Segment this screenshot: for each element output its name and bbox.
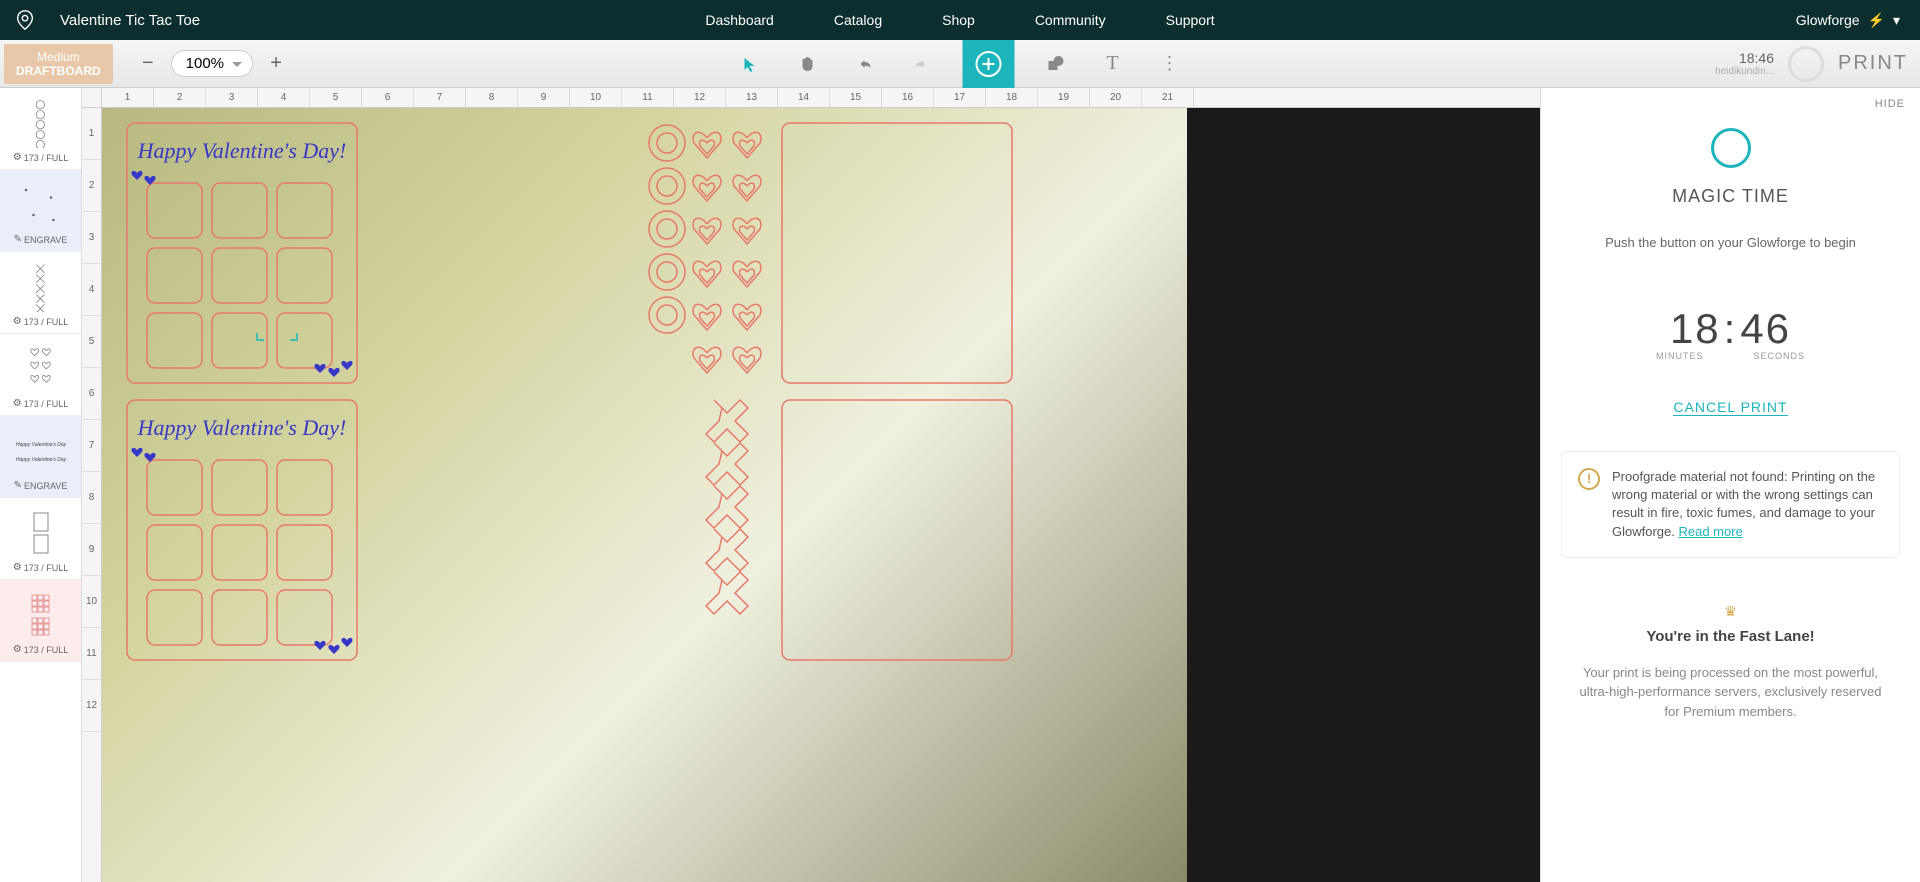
magic-circle-icon (1711, 128, 1751, 168)
material-badge[interactable]: Medium DRAFTBOARD (4, 44, 113, 84)
warning-box: ! Proofgrade material not found: Printin… (1561, 451, 1900, 558)
cut-icon: ⚙ (13, 316, 22, 327)
zoom-select[interactable]: 100% (171, 50, 253, 77)
nav-dashboard[interactable]: Dashboard (705, 12, 774, 28)
seconds-label: SECONDS (1753, 351, 1805, 361)
step-item[interactable]: ⚙173 / FULL (0, 498, 81, 580)
print-bed[interactable]: Happy Valentine's Day! Happy Valentine's… (102, 108, 1540, 882)
step-item[interactable]: ✎ENGRAVE (0, 170, 81, 252)
read-more-link[interactable]: Read more (1678, 524, 1742, 539)
hide-panel-button[interactable]: HIDE (1875, 98, 1905, 110)
nav-catalog[interactable]: Catalog (834, 12, 882, 28)
ruler-horizontal: 123456789101112131415161718192021 (102, 88, 1540, 108)
material-line1: Medium (16, 50, 101, 64)
engrave-icon: ✎ (14, 234, 22, 245)
cut-icon: ⚙ (13, 152, 22, 163)
ruler-corner (82, 88, 102, 108)
print-button[interactable]: PRINT (1838, 52, 1908, 75)
warning-text: Proofgrade material not found: Printing … (1612, 469, 1875, 539)
step-item[interactable]: ⚙173 / FULL (0, 334, 81, 416)
print-panel: HIDE MAGIC TIME Push the button on your … (1540, 88, 1920, 882)
cancel-print-button[interactable]: CANCEL PRINT (1673, 399, 1787, 416)
magic-subtitle: Push the button on your Glowforge to beg… (1605, 235, 1856, 250)
chevron-down-icon: ▾ (1893, 12, 1900, 29)
step-item[interactable]: Happy Valentine's Day Happy Valentine's D… (0, 416, 81, 498)
user-menu[interactable]: Glowforge ⚡ ▾ (1796, 12, 1920, 29)
bolt-icon: ⚡ (1868, 12, 1885, 29)
svg-text:Happy Valentine's Day: Happy Valentine's Day (16, 442, 66, 448)
cut-icon: ⚙ (13, 562, 22, 573)
warning-icon: ! (1578, 468, 1600, 490)
design-text: Happy Valentine's Day! (137, 415, 347, 440)
pan-tool[interactable] (792, 48, 824, 80)
text-tool[interactable]: T (1097, 48, 1129, 80)
design-text: Happy Valentine's Day! (137, 138, 347, 163)
nav-support[interactable]: Support (1166, 12, 1215, 28)
undo-button[interactable] (849, 48, 881, 80)
zoom-out-button[interactable]: − (133, 49, 163, 79)
cut-icon: ⚙ (13, 644, 22, 655)
svg-text:Happy Valentine's Day: Happy Valentine's Day (16, 457, 66, 463)
nav-community[interactable]: Community (1035, 12, 1106, 28)
engrave-icon: ✎ (14, 480, 22, 491)
fast-lane-desc: Your print is being processed on the mos… (1561, 663, 1900, 722)
cut-icon: ⚙ (13, 398, 22, 409)
user-name: Glowforge (1796, 12, 1860, 28)
step-item[interactable]: ⚙173 / FULL (0, 580, 81, 662)
progress-spinner-icon (1788, 46, 1824, 82)
select-tool[interactable] (735, 48, 767, 80)
step-item[interactable]: ⚙173 / FULL (0, 252, 81, 334)
shapes-tool[interactable] (1040, 48, 1072, 80)
steps-panel: ⚙173 / FULL ✎ENGRAVE ⚙173 / FULL ⚙173 / … (0, 88, 82, 882)
fast-lane-title: You're in the Fast Lane! (1646, 628, 1814, 645)
more-tool[interactable]: ⋮ (1154, 48, 1186, 80)
ruler-vertical: 123456789101112 (82, 108, 102, 882)
step-item[interactable]: ⚙173 / FULL (0, 88, 81, 170)
print-time-info: 18:46 heidikundin... (1715, 50, 1774, 77)
minutes-label: MINUTES (1656, 351, 1704, 361)
project-title: Valentine Tic Tac Toe (50, 12, 200, 29)
material-line2: DRAFTBOARD (16, 64, 101, 78)
magic-title: MAGIC TIME (1672, 186, 1789, 207)
nav-shop[interactable]: Shop (942, 12, 975, 28)
zoom-in-button[interactable]: + (261, 49, 291, 79)
countdown-time: 18:46 (1670, 305, 1791, 353)
redo-button[interactable] (906, 48, 938, 80)
app-logo[interactable] (0, 9, 50, 31)
crown-icon: ♛ (1724, 603, 1737, 620)
design-artwork[interactable]: Happy Valentine's Day! Happy Valentine's… (102, 108, 1187, 808)
add-artwork-button[interactable] (963, 40, 1015, 88)
